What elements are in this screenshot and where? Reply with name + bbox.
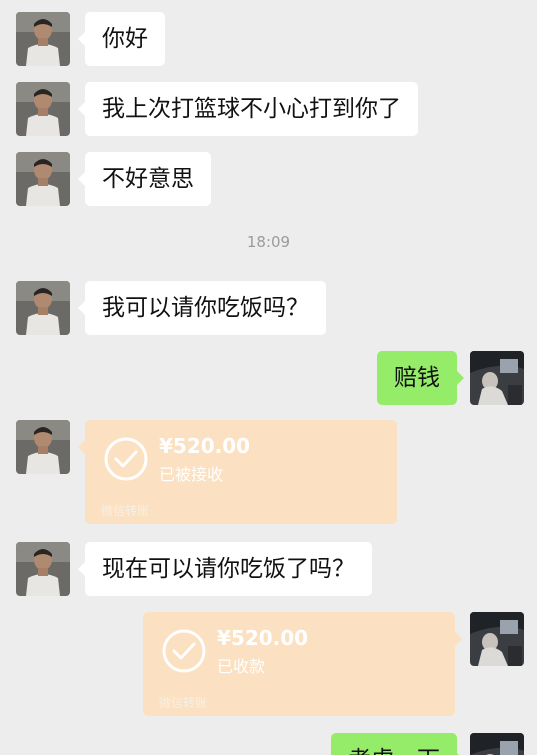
incoming-message[interactable]: 你好 (78, 12, 165, 66)
check-circle-icon (162, 629, 206, 673)
car-interior-avatar-icon (470, 733, 524, 755)
outgoing-message[interactable]: 赔钱 (377, 351, 464, 405)
shirtless-man-avatar-icon (16, 152, 70, 206)
chat-window: 你好 我上次打篮球不小心打到你了 不好意思 18:09 我可以请你吃饭吗？ 赔钱… (0, 0, 537, 755)
incoming-message[interactable]: 我可以请你吃饭吗？ (78, 281, 326, 335)
contact-avatar[interactable] (16, 420, 70, 474)
transfer-footer: 微信转账 (159, 696, 208, 710)
transfer-amount: ¥520.00 (217, 626, 309, 650)
wechat-transfer-card[interactable]: ¥520.00 已收款 微信转账 (143, 612, 462, 716)
incoming-message[interactable]: 不好意思 (78, 152, 211, 206)
car-interior-avatar-icon (470, 351, 524, 405)
transfer-status: 已收款 (217, 657, 266, 676)
self-avatar[interactable] (470, 612, 524, 666)
check-circle-icon (104, 437, 148, 481)
self-avatar[interactable] (470, 733, 524, 755)
contact-avatar[interactable] (16, 12, 70, 66)
outgoing-message[interactable]: 考虑一下 (331, 733, 464, 755)
self-avatar[interactable] (470, 351, 524, 405)
incoming-message[interactable]: 现在可以请你吃饭了吗？ (78, 542, 372, 596)
shirtless-man-avatar-icon (16, 12, 70, 66)
contact-avatar[interactable] (16, 152, 70, 206)
transfer-status: 已被接收 (159, 465, 224, 484)
transfer-amount: ¥520.00 (159, 434, 251, 458)
car-interior-avatar-icon (470, 612, 524, 666)
shirtless-man-avatar-icon (16, 281, 70, 335)
wechat-transfer-card[interactable]: ¥520.00 已被接收 微信转账 (78, 420, 397, 524)
contact-avatar[interactable] (16, 82, 70, 136)
contact-avatar[interactable] (16, 542, 70, 596)
shirtless-man-avatar-icon (16, 82, 70, 136)
incoming-message[interactable]: 我上次打篮球不小心打到你了 (78, 82, 418, 136)
transfer-footer: 微信转账 (101, 504, 150, 518)
message-timestamp: 18:09 (246, 233, 291, 251)
shirtless-man-avatar-icon (16, 420, 70, 474)
shirtless-man-avatar-icon (16, 542, 70, 596)
contact-avatar[interactable] (16, 281, 70, 335)
